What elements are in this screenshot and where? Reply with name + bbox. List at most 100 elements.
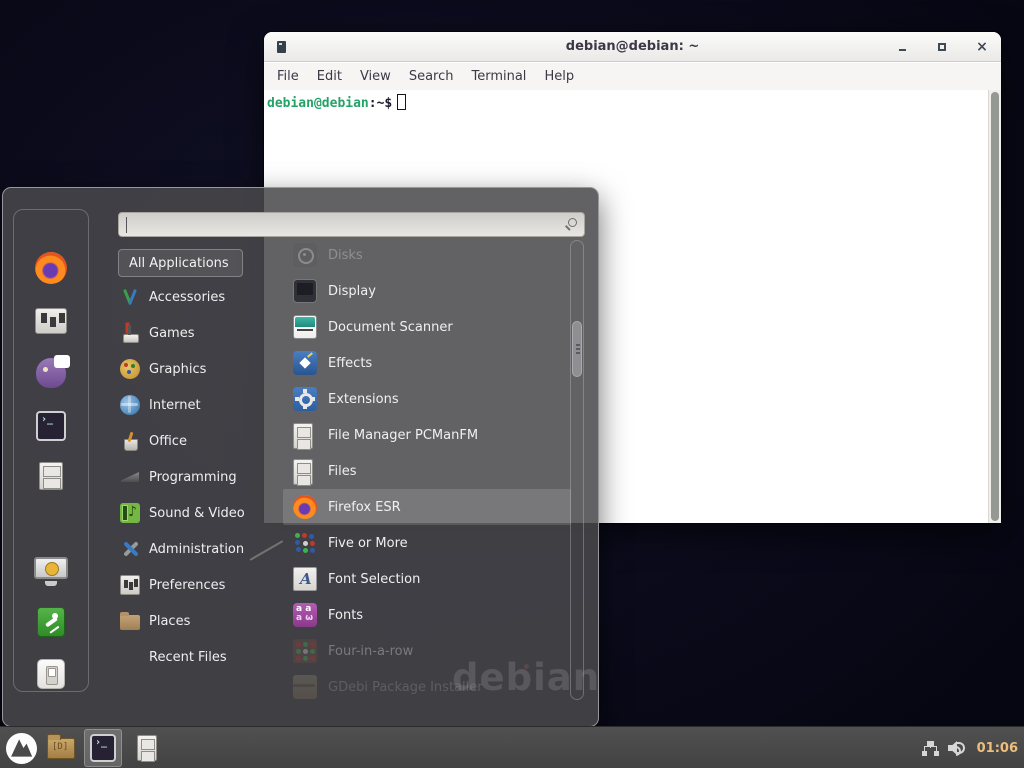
debian-desktop: { "desktop": { "watermark_text": "debian… (0, 0, 1024, 768)
category-label: Graphics (149, 362, 206, 377)
files-launcher[interactable] (128, 729, 166, 767)
folder-icon (47, 738, 75, 759)
terminal-taskbar-button[interactable] (84, 729, 122, 767)
font-selection-icon (293, 567, 317, 591)
category-all-applications[interactable]: All Applications (118, 249, 243, 277)
file-cabinet-icon (293, 459, 313, 485)
close-button[interactable]: × (973, 38, 991, 56)
category-label: All Applications (129, 256, 229, 271)
category-recent-files[interactable]: Recent Files (120, 642, 270, 672)
app-item-gdebi-package-installer[interactable]: GDebi Package Installer (283, 669, 571, 705)
favorite-firefox[interactable] (33, 250, 69, 286)
category-label: Recent Files (149, 650, 227, 665)
lock-screen-button[interactable] (33, 550, 69, 586)
app-label: Font Selection (328, 572, 420, 587)
terminal-cursor (397, 94, 406, 110)
fonts-icon (293, 603, 317, 627)
volume-icon[interactable] (948, 740, 968, 756)
category-label: Games (149, 326, 194, 341)
category-label: Internet (149, 398, 201, 413)
app-item-fonts[interactable]: Fonts (283, 597, 571, 633)
settings-icon (35, 308, 67, 334)
app-item-extensions[interactable]: Extensions (283, 381, 571, 417)
search-box (118, 212, 585, 237)
firefox-icon (35, 252, 67, 284)
terminal-window-title: debian@debian: ~ (264, 39, 1001, 54)
category-accessories[interactable]: Accessories (120, 282, 270, 312)
category-internet[interactable]: Internet (120, 390, 270, 420)
app-item-file-manager-pcmanfm[interactable]: File Manager PCManFM (283, 417, 571, 453)
app-label: GDebi Package Installer (328, 680, 483, 695)
package-icon (293, 675, 317, 699)
favorite-terminal[interactable] (33, 408, 69, 444)
maximize-button[interactable] (933, 38, 951, 56)
app-list-scrollbar[interactable] (570, 240, 584, 700)
menu-file[interactable]: File (268, 65, 308, 88)
category-label: Preferences (149, 578, 225, 593)
menu-icon (6, 733, 37, 764)
category-graphics[interactable]: Graphics (120, 354, 270, 384)
app-item-files[interactable]: Files (283, 453, 571, 489)
app-label: File Manager PCManFM (328, 428, 478, 443)
app-item-font-selection[interactable]: Font Selection (283, 561, 571, 597)
log-out-button[interactable] (33, 604, 69, 640)
category-label: Accessories (149, 290, 225, 305)
lock-screen-icon (34, 557, 68, 579)
prompt-user-host: debian@debian (267, 96, 369, 111)
games-icon (120, 323, 140, 343)
app-item-disks[interactable]: Disks (283, 237, 571, 273)
minimize-icon (899, 49, 906, 51)
category-label: Programming (149, 470, 237, 485)
menu-terminal[interactable]: Terminal (462, 65, 535, 88)
search-icon (568, 218, 577, 227)
office-icon (120, 431, 140, 451)
category-preferences[interactable]: Preferences (120, 570, 270, 600)
category-label: Office (149, 434, 187, 449)
category-programming[interactable]: Programming (120, 462, 270, 492)
app-item-display[interactable]: Display (283, 273, 571, 309)
app-label: Effects (328, 356, 372, 371)
menu-help[interactable]: Help (535, 65, 583, 88)
preferences-icon (120, 575, 140, 595)
search-input[interactable] (125, 215, 555, 234)
app-label: Document Scanner (328, 320, 453, 335)
app-item-document-scanner[interactable]: Document Scanner (283, 309, 571, 345)
favorite-pidgin[interactable] (33, 355, 69, 391)
menu-view[interactable]: View (351, 65, 400, 88)
document-scanner-icon (293, 315, 317, 339)
category-games[interactable]: Games (120, 318, 270, 348)
app-label: Files (328, 464, 357, 479)
app-label: Five or More (328, 536, 408, 551)
app-label: Display (328, 284, 376, 299)
terminal-scrollbar[interactable] (988, 90, 1001, 523)
favorite-file-manager[interactable] (33, 458, 69, 494)
category-sound-video[interactable]: Sound & Video (120, 498, 270, 528)
menu-search[interactable]: Search (400, 65, 463, 88)
category-office[interactable]: Office (120, 426, 270, 456)
file-manager-launcher[interactable] (42, 729, 80, 767)
menu-edit[interactable]: Edit (308, 65, 351, 88)
app-item-effects[interactable]: Effects (283, 345, 571, 381)
disks-icon (293, 243, 317, 267)
minimize-button[interactable] (893, 38, 911, 56)
terminal-scrollbar-thumb[interactable] (991, 92, 999, 521)
menu-button[interactable] (2, 729, 40, 767)
taskbar: 01:06 (0, 726, 1024, 768)
favorite-settings[interactable] (33, 303, 69, 339)
app-item-four-in-a-row[interactable]: Four-in-a-row (283, 633, 571, 669)
accessories-icon (120, 287, 140, 307)
system-tray: 01:06 (922, 727, 1018, 768)
file-cabinet-icon (137, 735, 157, 761)
app-list-scrollbar-thumb[interactable] (572, 321, 582, 377)
close-icon: × (976, 40, 988, 54)
category-places[interactable]: Places (120, 606, 270, 636)
places-icon (120, 615, 140, 630)
power-off-button[interactable] (33, 656, 69, 692)
app-item-five-or-more[interactable]: Five or More (283, 525, 571, 561)
category-administration[interactable]: Administration (120, 534, 270, 564)
app-item-firefox-esr[interactable]: Firefox ESR (283, 489, 571, 525)
network-icon[interactable] (922, 741, 939, 756)
clock[interactable]: 01:06 (977, 741, 1018, 756)
terminal-titlebar[interactable]: debian@debian: ~ × (264, 32, 1001, 62)
terminal-icon (36, 411, 66, 441)
